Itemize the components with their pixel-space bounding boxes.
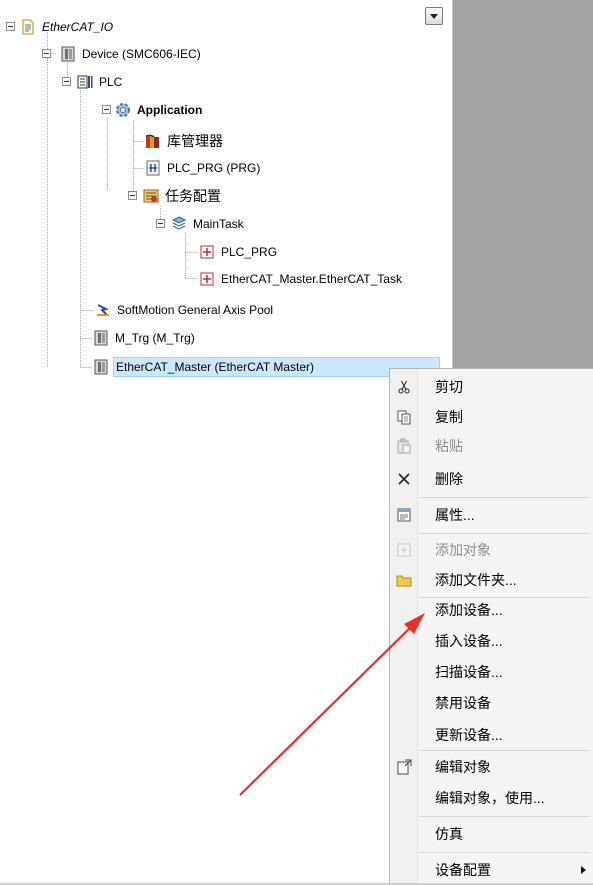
tree-node-label: Application bbox=[137, 103, 203, 117]
folder-icon bbox=[395, 571, 413, 589]
menu-item-update-device[interactable]: 更新设备... bbox=[390, 722, 593, 748]
menu-item-device-configuration[interactable]: 设备配置 bbox=[390, 857, 593, 883]
tree-node-project[interactable]: EtherCAT_IO bbox=[6, 15, 115, 39]
device-icon bbox=[93, 359, 109, 375]
plc-logic-icon bbox=[77, 74, 93, 90]
tree-node-label: 库管理器 bbox=[167, 133, 223, 149]
menu-separator bbox=[420, 852, 590, 853]
tree-node-device[interactable]: Device (SMC606-IEC) bbox=[42, 42, 203, 66]
tree-dropdown-button[interactable] bbox=[425, 7, 443, 25]
collapse-toggle-icon[interactable] bbox=[102, 105, 111, 114]
application-gear-icon bbox=[115, 102, 131, 118]
menu-item-add-folder[interactable]: 添加文件夹... bbox=[390, 567, 593, 593]
context-menu: 剪切 复制 粘贴 删除 属性... 添加对象 添加文件夹... 添加设备... … bbox=[389, 368, 593, 885]
tree-node-task-call-ethercat-task[interactable]: EtherCAT_Master.EtherCAT_Task bbox=[199, 267, 404, 291]
tree-node-label: EtherCAT_Master.EtherCAT_Task bbox=[221, 272, 402, 286]
collapse-toggle-icon[interactable] bbox=[62, 77, 71, 86]
tree-node-m-trg[interactable]: M_Trg (M_Trg) bbox=[93, 326, 197, 350]
edit-object-icon bbox=[395, 758, 413, 776]
menu-separator bbox=[420, 533, 590, 534]
project-file-icon bbox=[20, 19, 36, 35]
tree-node-label: PLC_PRG bbox=[221, 245, 278, 259]
task-icon bbox=[171, 216, 187, 232]
menu-item-cut[interactable]: 剪切 bbox=[390, 374, 593, 400]
program-pou-icon bbox=[145, 160, 161, 176]
device-tree-panel bbox=[0, 0, 453, 885]
tree-node-label: PLC bbox=[99, 75, 123, 89]
menu-item-edit-object-with[interactable]: 编辑对象，使用... bbox=[390, 785, 593, 811]
tree-node-main-task[interactable]: MainTask bbox=[154, 212, 246, 236]
tree-node-label: EtherCAT_IO bbox=[42, 20, 114, 34]
collapse-toggle-icon[interactable] bbox=[128, 191, 137, 200]
copy-icon bbox=[395, 408, 413, 426]
collapse-toggle-icon[interactable] bbox=[6, 22, 15, 31]
tree-node-label: MainTask bbox=[193, 217, 244, 231]
menu-item-scan-devices[interactable]: 扫描设备... bbox=[390, 659, 593, 685]
menu-item-insert-device[interactable]: 插入设备... bbox=[390, 628, 593, 654]
program-call-icon bbox=[199, 244, 215, 260]
menu-item-add-device[interactable]: 添加设备... bbox=[390, 597, 593, 623]
chevron-down-icon bbox=[430, 13, 438, 19]
tree-node-ethercat-master[interactable]: EtherCAT_Master (EtherCAT Master) bbox=[93, 355, 440, 379]
tree-node-plc-prg[interactable]: PLC_PRG (PRG) bbox=[145, 156, 262, 180]
collapse-toggle-icon[interactable] bbox=[42, 49, 51, 58]
menu-item-disable-device[interactable]: 禁用设备 bbox=[390, 690, 593, 716]
tree-node-label: M_Trg (M_Trg) bbox=[115, 331, 195, 345]
menu-item-simulation[interactable]: 仿真 bbox=[390, 821, 593, 847]
tree-node-label: SoftMotion General Axis Pool bbox=[117, 303, 274, 317]
task-config-icon bbox=[143, 188, 159, 204]
tree-node-plc[interactable]: PLC bbox=[61, 70, 124, 94]
delete-x-icon bbox=[395, 470, 413, 488]
add-object-icon bbox=[395, 541, 413, 559]
tree-node-label: PLC_PRG (PRG) bbox=[167, 161, 261, 175]
axis-pool-icon bbox=[95, 302, 111, 318]
library-books-icon bbox=[145, 133, 161, 149]
collapse-toggle-icon[interactable] bbox=[156, 219, 165, 228]
scissors-icon bbox=[395, 378, 413, 396]
menu-separator bbox=[420, 816, 590, 817]
device-icon bbox=[60, 46, 76, 62]
device-icon bbox=[93, 330, 109, 346]
menu-separator bbox=[420, 750, 590, 751]
tree-node-softmotion-pool[interactable]: SoftMotion General Axis Pool bbox=[95, 298, 275, 322]
tree-node-label: 任务配置 bbox=[165, 188, 221, 204]
menu-item-copy[interactable]: 复制 bbox=[390, 404, 593, 430]
editor-background bbox=[453, 0, 593, 368]
paste-icon bbox=[395, 437, 413, 455]
menu-item-paste[interactable]: 粘贴 bbox=[390, 433, 593, 459]
properties-icon bbox=[395, 506, 413, 524]
submenu-arrow-icon bbox=[581, 866, 586, 874]
tree-node-application[interactable]: Application bbox=[101, 98, 204, 122]
tree-node-library-manager[interactable]: 库管理器 bbox=[145, 129, 225, 153]
menu-item-delete[interactable]: 删除 bbox=[390, 466, 593, 492]
menu-separator bbox=[420, 497, 590, 498]
menu-item-add-object[interactable]: 添加对象 bbox=[390, 537, 593, 563]
tree-node-task-config[interactable]: 任务配置 bbox=[126, 184, 223, 208]
menu-item-edit-object[interactable]: 编辑对象 bbox=[390, 754, 593, 780]
tree-node-label: Device (SMC606-IEC) bbox=[82, 47, 201, 61]
tree-node-task-call-plc-prg[interactable]: PLC_PRG bbox=[199, 240, 279, 264]
menu-item-properties[interactable]: 属性... bbox=[390, 502, 593, 528]
program-call-icon bbox=[199, 271, 215, 287]
